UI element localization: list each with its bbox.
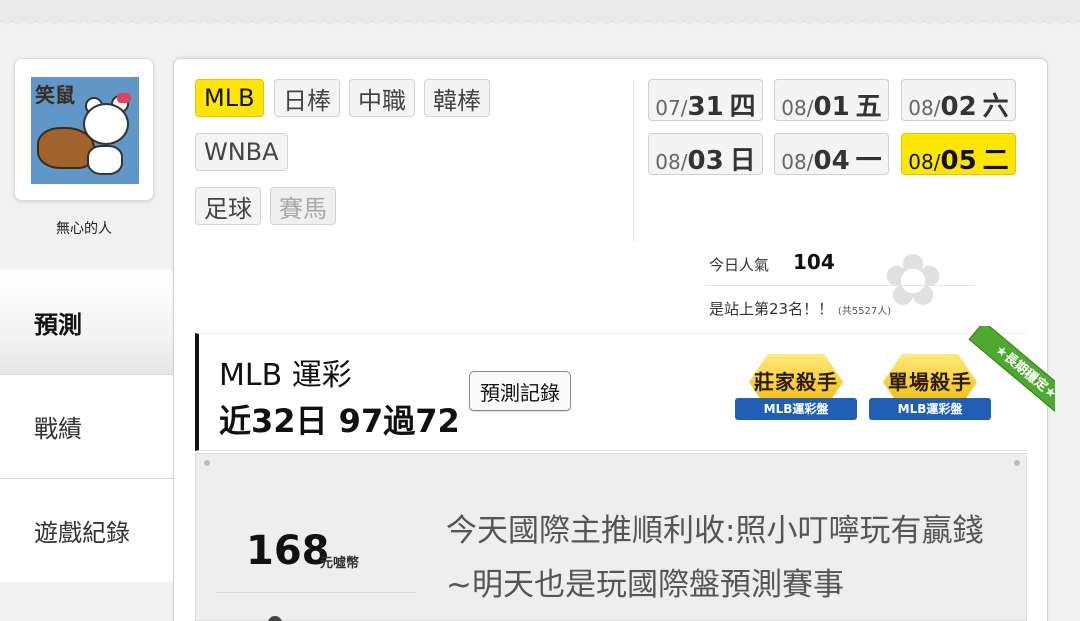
- date-day: 31: [687, 92, 724, 122]
- prediction-message: 今天國際主推順利收:照小叮嚀玩有贏錢~明天也是玩國際盤預測賽事: [446, 513, 984, 603]
- pencil-icon: [268, 616, 282, 621]
- popularity-label: 今日人氣: [709, 256, 770, 274]
- corner-ribbon: ★長期穩定★: [955, 326, 1055, 426]
- date-weekday: 六: [982, 92, 1009, 122]
- date-month: 07/: [655, 96, 688, 120]
- date-month: 08/: [908, 96, 941, 120]
- record-title: MLB 運彩: [219, 358, 352, 393]
- date-weekday: 四: [729, 92, 756, 122]
- date-month: 08/: [781, 96, 814, 120]
- badge-banker-killer: 莊家殺手 MLB運彩盤: [735, 354, 857, 432]
- date-0731[interactable]: 07/31 四: [648, 79, 763, 122]
- coins-unit: 元噓幣: [320, 556, 360, 571]
- tab-npb[interactable]: 日棒: [274, 79, 340, 117]
- date-weekday: 二: [982, 146, 1009, 176]
- tab-kbo[interactable]: 韓棒: [424, 79, 490, 117]
- sidebar-item-label: 遊戲紀錄: [34, 519, 130, 547]
- sidebar-item-record[interactable]: 戰績: [0, 374, 174, 478]
- date-0805[interactable]: 08/05 二: [901, 133, 1016, 176]
- avatar-body: [87, 145, 123, 175]
- badge-title: 莊家殺手: [754, 370, 838, 394]
- coins-divider: [216, 592, 416, 593]
- date-day: 02: [940, 92, 977, 122]
- date-0804[interactable]: 08/04 一: [774, 133, 889, 176]
- corner-ribbon-label: ★長期穩定★: [968, 326, 1055, 423]
- avatar[interactable]: 笑鼠: [14, 58, 154, 201]
- date-day: 01: [813, 92, 850, 122]
- record-bar: MLB 運彩 近32日 97過72 預測記錄 莊家殺手 MLB運彩盤 單場殺手 …: [195, 333, 1027, 451]
- date-0802[interactable]: 08/02 六: [901, 79, 1016, 122]
- sidebar-nav: 預測 戰績 遊戲紀錄: [0, 270, 174, 582]
- date-day: 03: [687, 146, 724, 176]
- sidebar-item-predict[interactable]: 預測: [0, 270, 174, 374]
- tab-mlb[interactable]: MLB: [195, 79, 264, 117]
- tab-soccer[interactable]: 足球: [195, 187, 261, 225]
- date-weekday: 一: [855, 146, 882, 176]
- prediction-history-button[interactable]: 預測記錄: [469, 371, 571, 411]
- filter-divider: [633, 80, 634, 242]
- avatar-caption: 笑鼠: [35, 83, 75, 107]
- coins-amount: 168: [246, 528, 330, 574]
- rank-total: (共5527人): [837, 306, 892, 317]
- sidebar-item-label: 戰績: [34, 415, 82, 443]
- sidebar-item-label: 預測: [34, 310, 82, 339]
- popularity-divider: [705, 285, 975, 286]
- rank-info: 是站上第23名！！ (共5527人): [709, 298, 891, 319]
- tab-wnba[interactable]: WNBA: [195, 133, 288, 171]
- record-stats: 近32日 97過72: [219, 402, 460, 440]
- username[interactable]: 無心的人: [14, 218, 154, 238]
- pin-icon: [204, 460, 210, 466]
- date-0801[interactable]: 08/01 五: [774, 79, 889, 122]
- date-month: 08/: [781, 150, 814, 174]
- avatar-bow: [117, 93, 131, 103]
- sidebar-item-game-log[interactable]: 遊戲紀錄: [0, 478, 174, 582]
- avatar-face: [83, 103, 129, 145]
- date-month: 08/: [908, 150, 941, 174]
- date-weekday: 五: [855, 92, 882, 122]
- popularity-count: 104: [793, 250, 835, 274]
- date-month: 08/: [655, 150, 688, 174]
- avatar-image: 笑鼠: [31, 77, 139, 184]
- tab-horse-racing: 賽馬: [270, 187, 336, 225]
- date-0803[interactable]: 08/03 日: [648, 133, 763, 176]
- top-decorative-strip: [0, 0, 1080, 25]
- rank-text: 是站上第23名！！: [709, 300, 834, 318]
- prediction-content: 168 元噓幣 今天國際主推順利收:照小叮嚀玩有贏錢~明天也是玩國際盤預測賽事: [195, 453, 1027, 621]
- badge-ribbon: MLB運彩盤: [735, 398, 857, 420]
- date-day: 04: [813, 146, 850, 176]
- tab-cpbl[interactable]: 中職: [349, 79, 415, 117]
- pin-icon: [1014, 460, 1020, 466]
- date-day: 05: [940, 146, 977, 176]
- date-weekday: 日: [729, 146, 756, 176]
